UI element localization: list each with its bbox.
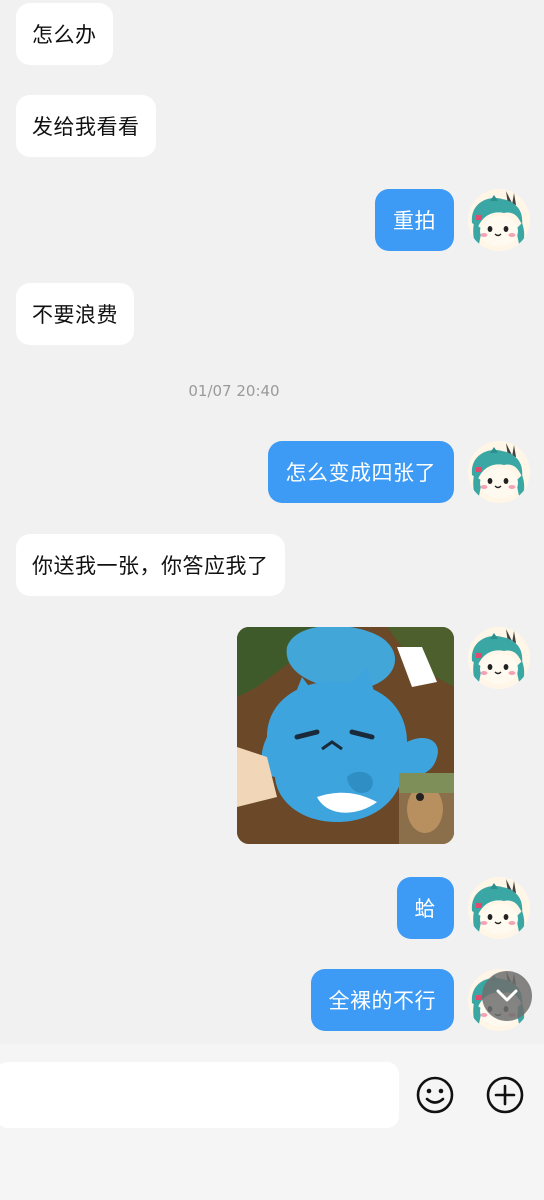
chevron-down-icon [496, 989, 518, 1002]
message-text: 怎么办 [32, 23, 97, 47]
avatar[interactable] [468, 441, 530, 503]
smiley-icon [416, 1076, 454, 1114]
plus-circle-icon [486, 1076, 524, 1114]
chat-area[interactable]: 怎么办 发给我看看 重拍 不要浪费 01/07 20:40 怎么变成四张了 你送… [0, 0, 544, 1044]
message-text: 怎么变成四张了 [285, 461, 436, 485]
message-outgoing[interactable]: 蛤 [396, 877, 454, 939]
message-text: 蛤 [414, 897, 436, 921]
image-message[interactable] [237, 627, 454, 844]
message-incoming[interactable]: 发给我看看 [16, 95, 156, 157]
avatar[interactable] [468, 877, 530, 939]
message-input[interactable] [0, 1062, 399, 1128]
message-incoming[interactable]: 不要浪费 [16, 283, 134, 345]
add-button[interactable] [485, 1075, 525, 1115]
message-incoming[interactable]: 怎么办 [16, 3, 113, 65]
message-outgoing[interactable]: 怎么变成四张了 [267, 441, 454, 503]
message-text: 全裸的不行 [328, 989, 436, 1013]
emoji-button[interactable] [415, 1075, 455, 1115]
message-text: 不要浪费 [32, 303, 118, 327]
message-outgoing[interactable]: 全裸的不行 [310, 969, 454, 1031]
message-text: 发给我看看 [32, 115, 140, 139]
avatar[interactable] [468, 189, 530, 251]
message-text: 你送我一张，你答应我了 [32, 554, 269, 578]
message-outgoing[interactable]: 重拍 [375, 189, 454, 251]
composer-bar [0, 1044, 544, 1200]
message-incoming[interactable]: 你送我一张，你答应我了 [16, 534, 285, 596]
avatar[interactable] [468, 627, 530, 689]
timestamp: 01/07 20:40 [188, 382, 280, 400]
message-text: 重拍 [393, 209, 436, 233]
scroll-to-bottom-button[interactable] [482, 971, 532, 1021]
